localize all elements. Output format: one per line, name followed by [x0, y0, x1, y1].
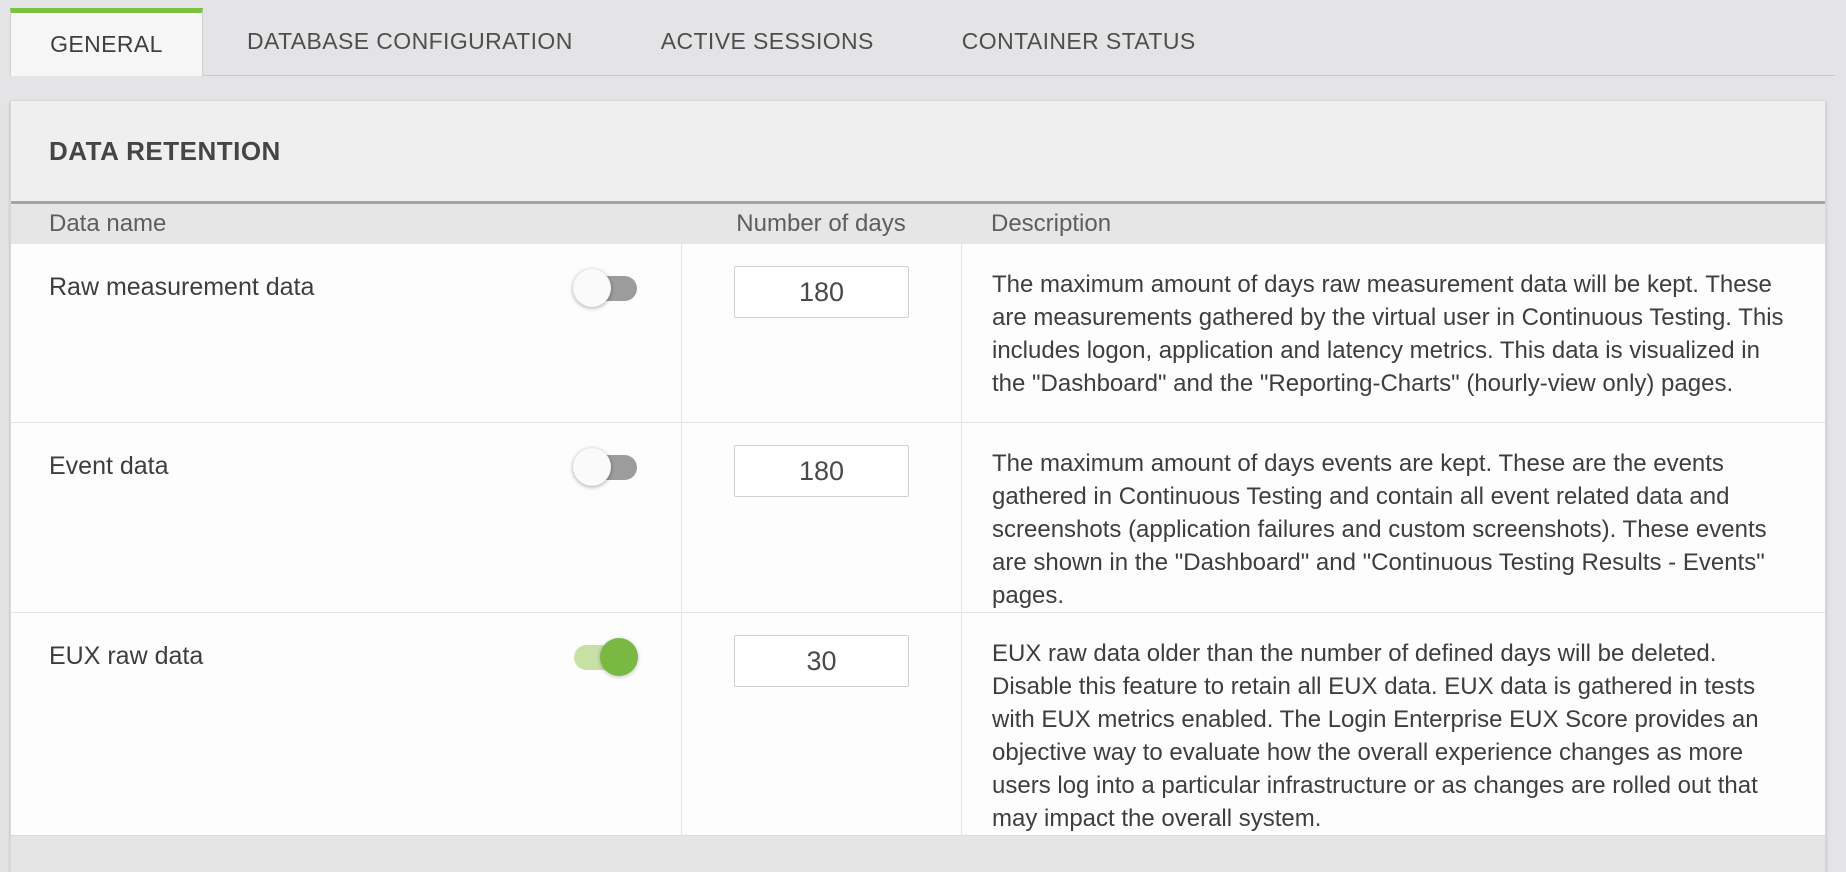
table-row: Raw measurement data The maximum amount … — [11, 244, 1825, 422]
settings-tab-bar: GENERAL DATABASE CONFIGURATION ACTIVE SE… — [10, 0, 1835, 76]
table-header-row: Data name Number of days Description — [11, 201, 1825, 244]
tab-general[interactable]: GENERAL — [10, 8, 203, 76]
eux-raw-days-input[interactable] — [734, 635, 909, 687]
data-retention-panel: DATA RETENTION Data name Number of days … — [10, 100, 1826, 872]
row-label-event-data: Event data — [49, 451, 169, 481]
table-row: Event data The maximum amount of days ev… — [11, 422, 1825, 612]
panel-header: DATA RETENTION — [11, 101, 1825, 201]
column-header-data-name: Data name — [11, 210, 681, 238]
data-retention-table: Raw measurement data The maximum amount … — [11, 244, 1825, 835]
row-label-raw-measurement-data: Raw measurement data — [49, 272, 314, 302]
table-row: EUX raw data EUX raw data older than the… — [11, 612, 1825, 835]
tab-container-status[interactable]: CONTAINER STATUS — [918, 8, 1240, 75]
tab-database-configuration[interactable]: DATABASE CONFIGURATION — [203, 8, 617, 75]
table-footer-strip — [11, 835, 1825, 872]
column-header-number-of-days: Number of days — [681, 210, 961, 238]
row-description: EUX raw data older than the number of de… — [992, 637, 1785, 835]
row-description: The maximum amount of days raw measureme… — [992, 268, 1785, 400]
row-description: The maximum amount of days events are ke… — [992, 447, 1785, 612]
tab-container-status-label: CONTAINER STATUS — [962, 28, 1196, 55]
column-header-description: Description — [961, 210, 1825, 238]
event-data-toggle[interactable] — [574, 455, 637, 480]
event-data-days-input[interactable] — [734, 445, 909, 497]
tab-database-configuration-label: DATABASE CONFIGURATION — [247, 28, 573, 55]
row-label-eux-raw-data: EUX raw data — [49, 641, 203, 671]
raw-measurement-days-input[interactable] — [734, 266, 909, 318]
tab-active-sessions-label: ACTIVE SESSIONS — [661, 28, 874, 55]
toggle-knob — [573, 448, 611, 486]
tab-general-label: GENERAL — [50, 31, 163, 58]
section-title: DATA RETENTION — [49, 136, 281, 167]
raw-measurement-data-toggle[interactable] — [574, 276, 637, 301]
toggle-knob — [573, 269, 611, 307]
tab-active-sessions[interactable]: ACTIVE SESSIONS — [617, 8, 918, 75]
toggle-knob — [600, 638, 638, 676]
eux-raw-data-toggle[interactable] — [574, 645, 637, 670]
